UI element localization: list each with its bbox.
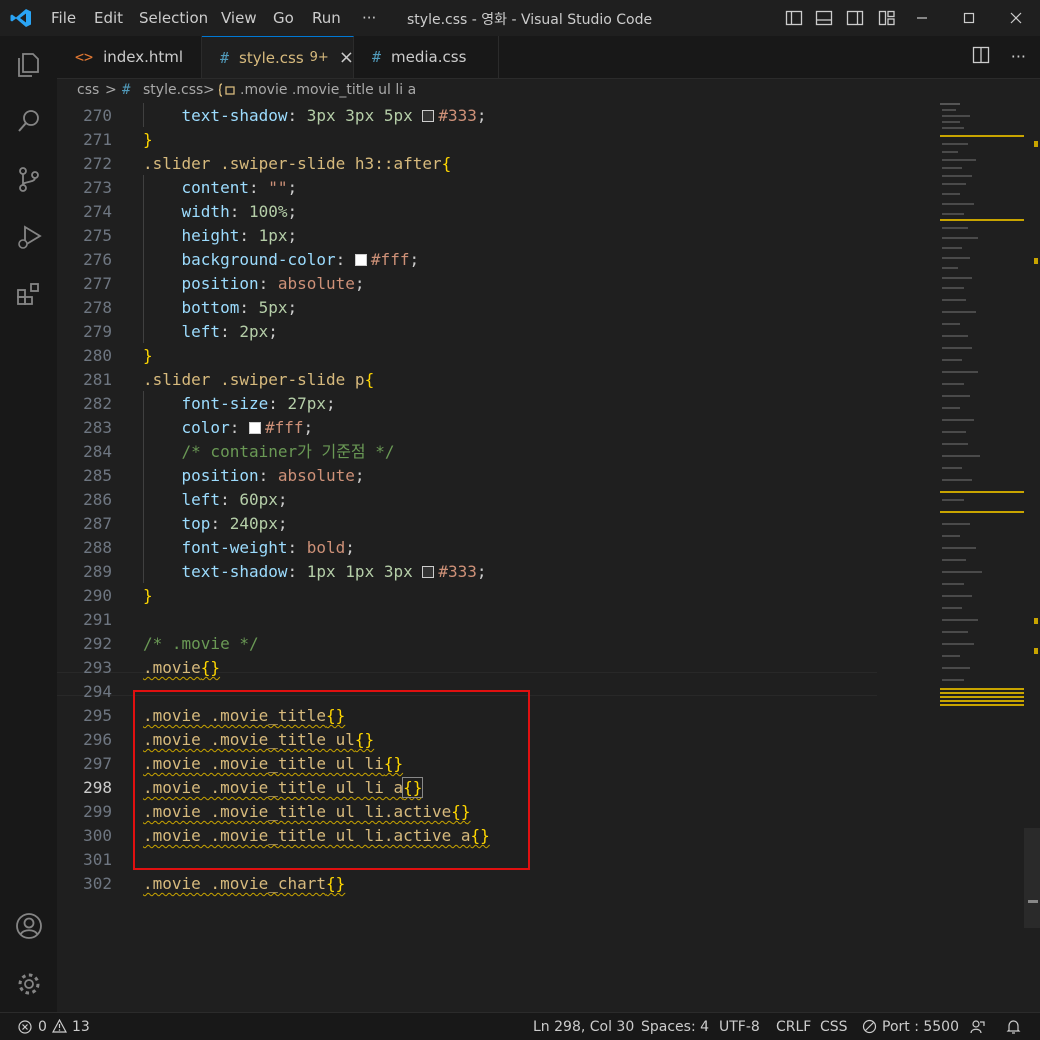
close-tab-icon[interactable]: ×: [339, 47, 354, 68]
breadcrumb-symbol[interactable]: .movie .movie_title ul li a: [240, 82, 416, 98]
extensions-icon[interactable]: [14, 280, 44, 310]
error-icon[interactable]: [18, 1020, 32, 1034]
tab-label: media.css: [391, 48, 467, 66]
code-line: 291: [83, 610, 112, 629]
explorer-icon[interactable]: [14, 48, 44, 78]
code-line: 293 .movie{}: [83, 658, 221, 677]
window-title: style.css - 영화 - Visual Studio Code: [407, 12, 653, 28]
close-window-icon[interactable]: [1007, 9, 1025, 27]
tab-label: style.css: [239, 48, 304, 67]
tab-style-css[interactable]: # style.css 9+ ×: [202, 36, 354, 78]
editor-tabs: <> index.html # style.css 9+ × # media.c…: [57, 36, 1040, 79]
accounts-icon[interactable]: [14, 911, 44, 941]
code-line: 270 text-shadow: 3px 3px 5px #333;: [83, 106, 487, 125]
code-line: 290}: [83, 586, 153, 605]
menu-selection[interactable]: Selection: [139, 9, 208, 27]
code-line: 284 /* container가 기준점 */: [83, 442, 395, 461]
code-line: 285 position: absolute;: [83, 466, 365, 485]
activity-bar: [0, 36, 57, 1012]
tab-media-css[interactable]: # media.css: [354, 36, 499, 78]
end-of-line[interactable]: CRLF: [776, 1019, 811, 1035]
encoding[interactable]: UTF-8: [719, 1019, 760, 1035]
live-server-port[interactable]: Port : 5500: [882, 1019, 959, 1035]
html-file-icon: <>: [75, 48, 94, 66]
split-editor-icon[interactable]: [972, 46, 990, 64]
vertical-scrollbar[interactable]: [1024, 103, 1040, 1012]
cursor-position[interactable]: Ln 298, Col 30: [533, 1019, 634, 1035]
live-server-icon[interactable]: [862, 1019, 877, 1034]
breadcrumb-file[interactable]: style.css: [143, 82, 203, 98]
code-line: 276 background-color: #fff;: [83, 250, 420, 269]
more-actions-icon[interactable]: ···: [1011, 47, 1026, 66]
minimap[interactable]: [940, 103, 1025, 1012]
toggle-secondary-sidebar-icon[interactable]: [846, 9, 864, 27]
toggle-panel-icon[interactable]: [815, 9, 833, 27]
menu-edit[interactable]: Edit: [94, 9, 123, 27]
search-icon[interactable]: [14, 106, 44, 136]
notifications-bell-icon[interactable]: [1006, 1019, 1021, 1035]
vscode-logo-icon: [10, 9, 31, 27]
code-line: 273 content: "";: [83, 178, 298, 197]
code-line: 286 left: 60px;: [83, 490, 288, 509]
title-bar: File Edit Selection View Go Run ··· styl…: [0, 0, 1040, 36]
code-line: 283 color: #fff;: [83, 418, 314, 437]
menu-file[interactable]: File: [51, 9, 76, 27]
menu-go[interactable]: Go: [273, 9, 294, 27]
code-line: 279 left: 2px;: [83, 322, 278, 341]
status-bar: 0 13 Ln 298, Col 30 Spaces: 4 UTF-8 CRLF…: [0, 1012, 1040, 1040]
code-line: 278 bottom: 5px;: [83, 298, 298, 317]
warning-icon[interactable]: [52, 1019, 67, 1033]
language-mode[interactable]: CSS: [820, 1019, 848, 1035]
tab-label: index.html: [103, 48, 184, 66]
problems-badge: 9+: [309, 50, 329, 65]
breadcrumb: css > # style.css > .movie .movie_title …: [57, 79, 1040, 103]
highlight-annotation-box: [133, 690, 530, 870]
code-line: 287 top: 240px;: [83, 514, 288, 533]
minimap-selection: [940, 688, 1025, 706]
menu-run[interactable]: Run: [312, 9, 341, 27]
code-line: 271}: [83, 130, 153, 149]
css-file-icon: #: [122, 82, 131, 98]
customize-layout-icon[interactable]: [878, 9, 896, 27]
menu-view[interactable]: View: [221, 9, 257, 27]
menu-more[interactable]: ···: [362, 9, 376, 27]
color-swatch[interactable]: [422, 110, 435, 122]
code-line: 302 .movie .movie_chart{}: [83, 874, 346, 893]
code-line: 275 height: 1px;: [83, 226, 298, 245]
color-swatch[interactable]: [354, 254, 367, 266]
code-line: 288 font-weight: bold;: [83, 538, 355, 557]
css-file-icon: #: [220, 48, 230, 67]
warning-count[interactable]: 13: [72, 1019, 90, 1035]
breadcrumb-separator: >: [105, 82, 117, 98]
toggle-primary-sidebar-icon[interactable]: [785, 9, 803, 27]
manage-gear-icon[interactable]: [14, 969, 44, 999]
code-line: 282 font-size: 27px;: [83, 394, 336, 413]
symbol-ruleset-icon: [218, 83, 235, 97]
accounts-feedback-icon[interactable]: [969, 1019, 986, 1035]
code-line: 272 .slider .swiper-slide h3::after{: [83, 154, 452, 173]
error-count[interactable]: 0: [38, 1019, 47, 1035]
color-swatch[interactable]: [248, 422, 261, 434]
code-line: 281 .slider .swiper-slide p{: [83, 370, 375, 389]
indentation[interactable]: Spaces: 4: [641, 1019, 709, 1035]
breadcrumb-separator: >: [203, 82, 215, 98]
run-debug-icon[interactable]: [14, 222, 44, 252]
minimize-icon[interactable]: [913, 9, 931, 27]
maximize-icon[interactable]: [960, 9, 978, 27]
css-file-icon: #: [372, 48, 382, 66]
code-line: 274 width: 100%;: [83, 202, 298, 221]
code-line: 292/* .movie */: [83, 634, 259, 653]
color-swatch[interactable]: [422, 566, 435, 578]
tab-index-html[interactable]: <> index.html: [57, 36, 202, 78]
code-line: 289 text-shadow: 1px 1px 3px #333;: [83, 562, 487, 581]
source-control-icon[interactable]: [14, 164, 44, 194]
code-line: 277 position: absolute;: [83, 274, 365, 293]
code-line: 280}: [83, 346, 153, 365]
breadcrumb-folder[interactable]: css: [77, 82, 99, 98]
scrollbar-thumb[interactable]: [1024, 828, 1040, 928]
